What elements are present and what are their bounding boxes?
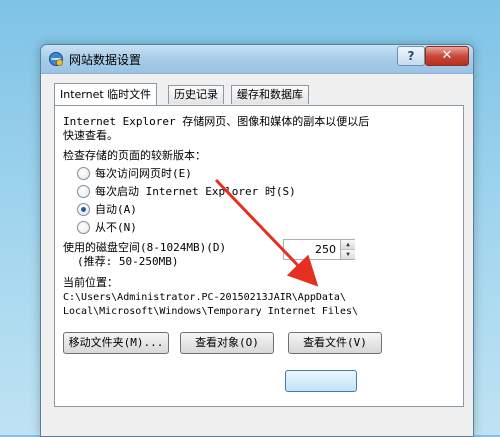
window-title: 网站数据设置 — [69, 53, 142, 67]
radio-label: 自动(A) — [95, 203, 137, 216]
description-line-2: 快速查看。 — [63, 129, 118, 142]
ok-button-partial[interactable] — [285, 370, 357, 392]
tab-history[interactable]: 历史记录 — [168, 85, 224, 104]
stepper-down-icon[interactable]: ▼ — [340, 250, 355, 259]
radio-label: 每次访问网页时(E) — [95, 167, 192, 180]
check-newer-versions-label: 检查存储的页面的较新版本： — [63, 149, 206, 162]
radio-button[interactable] — [77, 185, 90, 198]
radio-button[interactable] — [77, 221, 90, 234]
view-objects-button[interactable]: 查看对象(O) — [180, 332, 274, 354]
location-path-line-2: Local\Microsoft\Windows\Temporary Intern… — [63, 306, 359, 317]
view-files-button[interactable]: 查看文件(V) — [288, 332, 382, 354]
move-folder-button[interactable]: 移动文件夹(M)... — [63, 332, 169, 354]
tab-caches-and-databases[interactable]: 缓存和数据库 — [231, 85, 309, 104]
tab-temporary-internet-files[interactable]: Internet 临时文件 — [54, 83, 158, 105]
internet-explorer-settings-icon — [49, 52, 63, 66]
disk-space-stepper[interactable]: 250 ▲ ▼ — [283, 239, 355, 260]
stepper-up-icon[interactable]: ▲ — [340, 240, 355, 250]
radio-label: 每次启动 Internet Explorer 时(S) — [95, 185, 296, 198]
disk-space-hint: (推荐: 50-250MB) — [77, 255, 179, 268]
stepper-buttons: ▲ ▼ — [340, 240, 355, 259]
radio-label: 从不(N) — [95, 221, 137, 234]
radio-button-checked[interactable] — [77, 203, 90, 216]
website-data-settings-dialog: 网站数据设置 ? ✕ Internet 临时文件 历史记录 缓存和数据库 Int… — [40, 44, 474, 437]
current-location-label: 当前位置： — [63, 276, 118, 289]
help-button[interactable]: ? — [397, 46, 425, 66]
close-button[interactable]: ✕ — [425, 46, 469, 66]
radio-button[interactable] — [77, 167, 90, 180]
tab-panel: Internet Explorer 存储网页、图像和媒体的副本以便以后 快速查看… — [54, 105, 464, 407]
title-bar[interactable]: 网站数据设置 ? ✕ — [41, 45, 473, 74]
disk-space-value[interactable]: 250 — [315, 241, 336, 258]
location-path-line-1: C:\Users\Administrator.PC-20150213JAIR\A… — [63, 292, 346, 303]
